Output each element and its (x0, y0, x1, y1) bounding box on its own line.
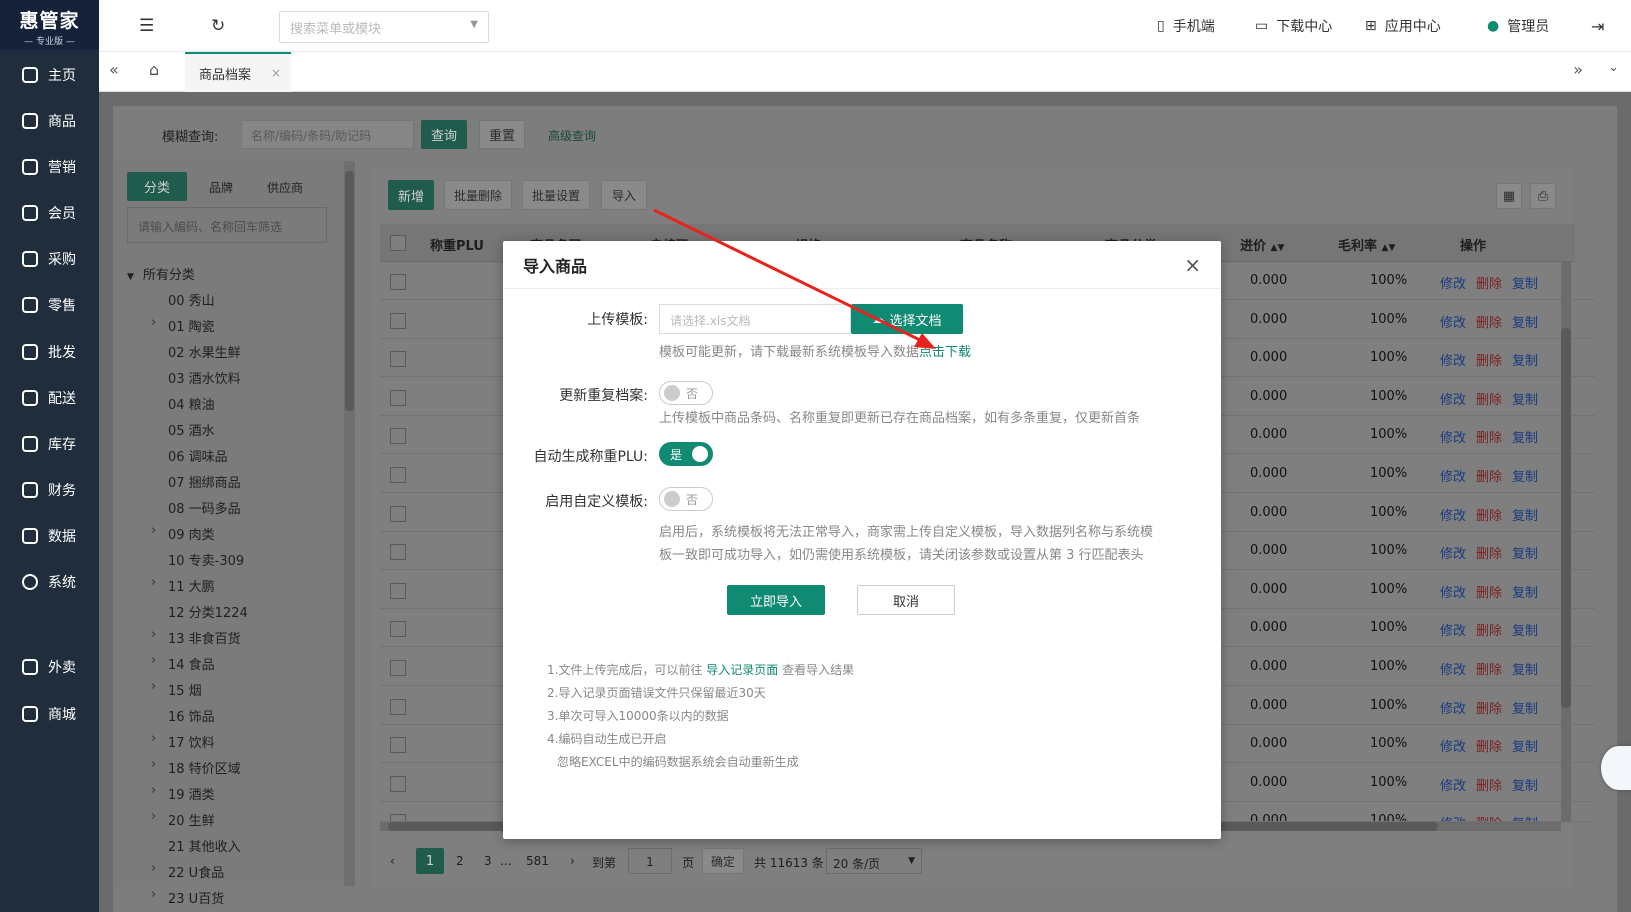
floating-assistant-icon[interactable] (1601, 746, 1631, 790)
arrow-line (653, 208, 925, 344)
annotation-arrow (653, 208, 936, 349)
arrow-head (914, 333, 936, 349)
